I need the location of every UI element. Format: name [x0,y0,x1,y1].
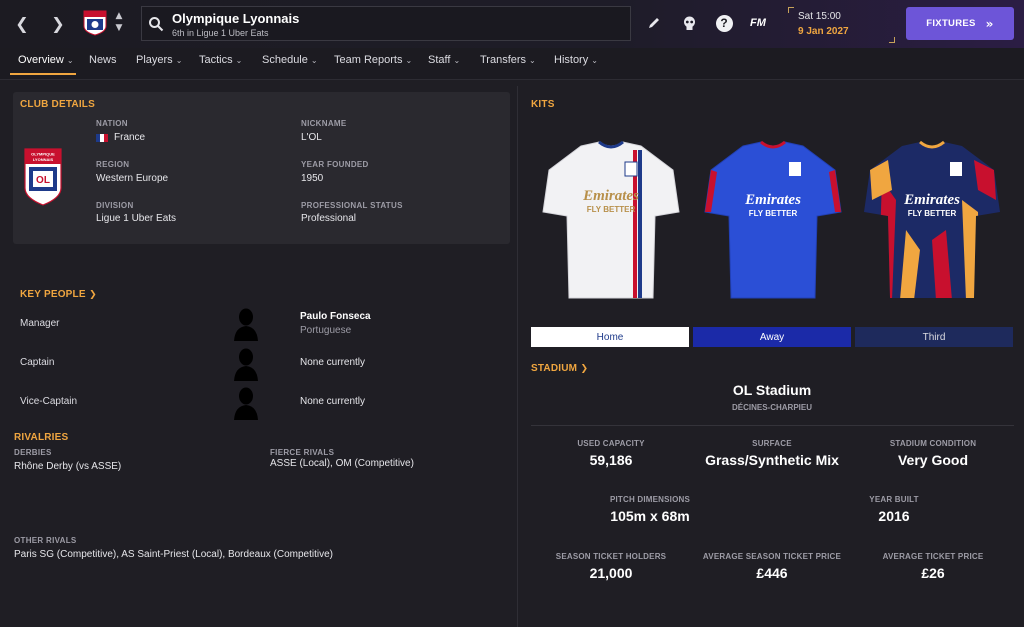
edit-pencil-icon[interactable] [644,13,664,33]
tab-staff[interactable]: Staff ⌄ [428,54,460,66]
manager-role: Manager [20,318,60,329]
stadium-condition-value: Very Good [897,452,969,468]
professional-status-label: PROFESSIONAL STATUS [301,201,403,210]
away-kit-button[interactable]: Away [693,327,851,347]
svg-text:Emirates: Emirates [582,188,639,204]
average-ticket-price-label: AVERAGE TICKET PRICE [882,552,984,561]
manager-silhouette-icon[interactable] [232,307,260,341]
back-arrow-icon[interactable]: ❮ [11,12,33,34]
division-value[interactable]: Ligue 1 Uber Eats [96,213,176,224]
year-built-label: YEAR BUILT [869,495,919,504]
svg-text:FLY BETTER: FLY BETTER [749,209,798,218]
help-icon[interactable]: ? [714,13,734,33]
stadium-name: OL Stadium [732,382,812,398]
region-value: Western Europe [96,173,169,184]
captain-role: Captain [20,357,55,368]
svg-text:OLYMPIQUE: OLYMPIQUE [31,152,55,157]
division-label: DIVISION [96,201,134,210]
tab-tactics[interactable]: Tactics ⌄ [199,54,242,66]
pitch-dimensions-value: 105m x 68m [610,508,690,524]
search-box[interactable]: Olympique Lyonnais 6th in Ligue 1 Uber E… [141,6,631,41]
vice-captain-silhouette-icon [234,387,258,420]
column-divider [517,86,518,627]
professional-status-value: Professional [301,213,357,224]
year-founded-value: 1950 [301,173,324,184]
skull-icon[interactable] [679,13,699,33]
pitch-dimensions-label: PITCH DIMENSIONS [609,495,691,504]
manager-nationality: Portuguese [300,325,352,336]
vice-captain-value: None currently [300,396,366,407]
club-league-position: 6th in Ligue 1 Uber Eats [172,28,269,38]
fierce-rivals-label: FIERCE RIVALS [270,448,335,457]
key-people-link[interactable]: KEY PEOPLE ❯ [20,289,97,300]
club-switch-arrows-icon[interactable]: ▲ ▼ [113,10,125,38]
year-founded-label: YEAR FOUNDED [301,160,369,169]
captain-silhouette-icon [234,348,258,381]
tab-news[interactable]: News [89,54,117,66]
kits-title: KITS [531,99,555,110]
other-rivals-label: OTHER RIVALS [14,536,77,545]
double-chevron-right-icon: » [985,16,994,31]
club-details-card [13,92,510,244]
nation-label: NATION [96,119,128,128]
average-ticket-price-value: £26 [921,565,945,581]
stadium-link[interactable]: STADIUM ❯ [531,363,588,374]
svg-text:FLY BETTER: FLY BETTER [587,205,636,214]
region-label: REGION [96,160,130,169]
home-kit-shirt[interactable]: Emirates FLY BETTER [541,140,681,302]
fierce-rivals-value[interactable]: ASSE (Local), OM (Competitive) [270,458,414,469]
derbies-value[interactable]: Rhône Derby (vs ASSE) [14,461,121,472]
nickname-value: L'OL [301,132,322,143]
fm-menu-icon[interactable]: FM [748,13,768,33]
active-tab-indicator [10,73,76,75]
svg-text:Emirates: Emirates [903,192,960,208]
stadium-condition-label: STADIUM CONDITION [889,439,977,448]
vice-captain-role: Vice-Captain [20,396,78,407]
fixtures-label: FIXTURES [926,18,976,29]
third-kit-button[interactable]: Third [855,327,1013,347]
year-built-value: 2016 [878,508,910,524]
club-name: Olympique Lyonnais [172,11,300,26]
svg-text:OL: OL [36,175,50,186]
forward-arrow-icon[interactable]: ❯ [47,12,69,34]
home-kit-button[interactable]: Home [531,327,689,347]
tab-players[interactable]: Players ⌄ [136,54,182,66]
top-bar: ❮ ❯ ▲ ▼ Olympique Lyonnais 6th in Ligue 1… [0,0,1024,48]
tab-bar: Overview ⌄ News Players ⌄ Tactics ⌄ Schedul… [0,48,1024,80]
rivalries-title: RIVALRIES [14,432,69,443]
manager-name[interactable]: Paulo Fonseca [300,311,371,322]
derbies-label: DERBIES [14,448,52,457]
france-flag-icon [96,134,108,142]
away-kit-shirt[interactable]: Emirates FLY BETTER [703,140,843,302]
game-date-day: 9 Jan 2027 [798,26,849,37]
svg-text:LYONNAIS: LYONNAIS [33,157,54,162]
tab-team-reports[interactable]: Team Reports ⌄ [334,54,412,66]
search-icon [149,17,164,32]
club-crest-icon[interactable] [83,10,107,36]
svg-text:FLY BETTER: FLY BETTER [908,209,957,218]
stadium-divider [531,425,1014,426]
tab-history[interactable]: History ⌄ [554,54,598,66]
club-details-title: CLUB DETAILS [20,99,95,110]
game-date[interactable]: Sat 15:00 9 Jan 2027 [788,7,895,43]
nation-value[interactable]: France [114,132,145,143]
tab-schedule[interactable]: Schedule ⌄ [262,54,318,66]
nickname-label: NICKNAME [301,119,347,128]
third-kit-shirt[interactable]: Emirates FLY BETTER [862,140,1002,302]
captain-value: None currently [300,357,366,368]
other-rivals-value[interactable]: Paris SG (Competitive), AS Saint-Priest … [14,549,333,560]
fixtures-button[interactable]: FIXTURES » [906,7,1014,40]
tab-overview[interactable]: Overview ⌄ [18,54,74,66]
club-crest: OLYMPIQUE LYONNAIS OL [24,148,62,206]
game-date-time: Sat 15:00 [798,11,841,22]
svg-text:Emirates: Emirates [744,192,801,208]
stadium-location: DÉCINES-CHARPIEU [731,403,812,412]
tab-transfers[interactable]: Transfers ⌄ [480,54,536,66]
